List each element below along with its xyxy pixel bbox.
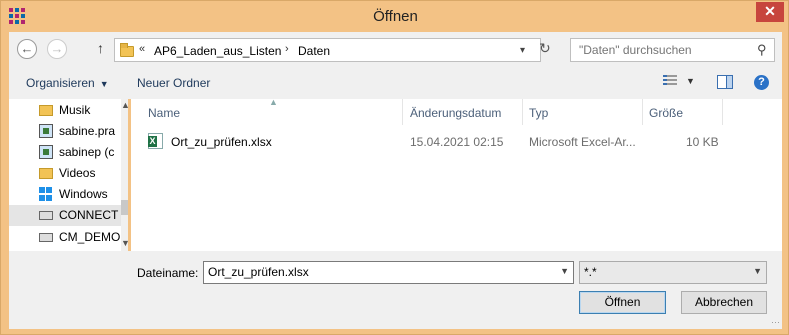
breadcrumb-overflow[interactable]: «	[139, 43, 145, 55]
network-drive-icon	[39, 211, 53, 220]
chevron-down-icon: ▼	[99, 79, 109, 89]
windows-drive-icon	[39, 187, 53, 201]
help-icon[interactable]: ?	[754, 75, 769, 90]
column-header-modified[interactable]: Änderungsdatum	[410, 99, 522, 125]
address-bar[interactable]: « AP6_Laden_aus_Listen › Daten ▾	[114, 38, 541, 62]
dialog-footer: Dateiname: ▼ *.* ▼ Öffnen Abbrechen ⋯	[9, 251, 782, 329]
address-row: ← → ↑ « AP6_Laden_aus_Listen › Daten ▾ ↻…	[9, 32, 782, 65]
preview-pane-icon[interactable]	[717, 75, 733, 89]
column-header-size[interactable]: Größe	[649, 99, 721, 125]
command-bar: Organisieren ▼ Neuer Ordner ▼ ?	[9, 65, 782, 99]
file-row[interactable]: Ort_zu_prüfen.xlsx 15.04.2021 02:15 Micr…	[131, 132, 782, 152]
sidebar-item-sabine-pra[interactable]: sabine.pra	[9, 121, 121, 142]
search-input[interactable]	[579, 43, 749, 57]
music-folder-icon	[39, 105, 53, 116]
filename-chevron-down-icon[interactable]: ▼	[560, 266, 569, 276]
organize-menu-button[interactable]: Organisieren ▼	[26, 76, 109, 90]
open-button[interactable]: Öffnen	[579, 291, 666, 314]
filename-combobox[interactable]: ▼	[203, 261, 574, 284]
excel-file-icon	[148, 133, 163, 149]
view-options-icon[interactable]	[663, 75, 677, 89]
chevron-up-icon[interactable]: ▲	[121, 100, 128, 110]
videos-folder-icon	[39, 168, 53, 179]
back-button[interactable]: ←	[17, 39, 37, 59]
file-type-filter[interactable]: *.* ▼	[579, 261, 767, 284]
open-file-dialog: Öffnen ✕ ← → ↑ « AP6_Laden_aus_Listen › …	[0, 0, 789, 335]
window-title: Öffnen	[373, 8, 418, 25]
search-box[interactable]: ⚲	[570, 38, 775, 62]
sidebar-item-cm-demo[interactable]: CM_DEMO	[9, 227, 121, 248]
new-folder-button[interactable]: Neuer Ordner	[137, 76, 210, 90]
sidebar-item-sabinep[interactable]: sabinep (c	[9, 142, 121, 163]
network-user-icon	[39, 145, 53, 159]
sidebar-item-label: sabinep (c	[59, 145, 115, 159]
sidebar-item-label: Windows	[59, 187, 108, 201]
filename-input[interactable]	[208, 265, 548, 279]
navigation-pane: Musik sabine.pra sabinep (c Videos Windo…	[9, 99, 128, 251]
address-history-chevron-down-icon[interactable]: ▾	[520, 45, 525, 56]
breadcrumb-ap6-laden-aus-listen[interactable]: AP6_Laden_aus_Listen	[154, 44, 281, 58]
column-divider[interactable]	[522, 99, 523, 125]
file-list: ▲ Name Änderungsdatum Typ Größe Ort_zu_p…	[131, 97, 782, 251]
file-modified: 15.04.2021 02:15	[410, 135, 504, 149]
file-type: Microsoft Excel-Ar...	[529, 135, 636, 149]
breadcrumb-separator[interactable]: ›	[285, 43, 289, 55]
filter-chevron-down-icon[interactable]: ▼	[753, 266, 762, 276]
up-folder-button[interactable]: ↑	[97, 40, 104, 56]
refresh-button[interactable]: ↻	[539, 40, 551, 57]
title-bar[interactable]: Öffnen ✕	[1, 1, 789, 31]
column-divider[interactable]	[722, 99, 723, 125]
folder-icon	[120, 43, 134, 57]
search-icon[interactable]: ⚲	[757, 42, 767, 58]
filename-label: Dateiname:	[137, 266, 199, 280]
cancel-button[interactable]: Abbrechen	[681, 291, 767, 314]
sidebar-item-connect[interactable]: CONNECT	[9, 205, 121, 226]
sidebar-item-videos[interactable]: Videos	[9, 163, 121, 184]
organize-label: Organisieren	[26, 76, 95, 90]
sidebar-item-label: CM_DEMO	[59, 230, 121, 244]
sidebar-item-label: CONNECT	[59, 208, 119, 222]
column-header-name[interactable]: Name	[148, 99, 402, 125]
drive-icon	[39, 233, 53, 242]
sidebar-item-label: sabine.pra	[59, 124, 116, 138]
file-type-filter-value: *.*	[584, 265, 597, 279]
sidebar-item-windows[interactable]: Windows	[9, 184, 121, 205]
sidebar-scrollbar[interactable]: ▲ ▼	[121, 99, 128, 251]
resize-grip[interactable]: ⋯	[771, 317, 780, 328]
network-user-icon	[39, 124, 53, 138]
scrollbar-thumb[interactable]	[121, 200, 128, 215]
breadcrumb-daten[interactable]: Daten	[298, 44, 330, 58]
file-size: 10 KB	[686, 135, 719, 149]
view-chevron-down-icon[interactable]: ▼	[686, 76, 695, 86]
column-header-type[interactable]: Typ	[529, 99, 641, 125]
sidebar-item-musik[interactable]: Musik	[9, 100, 121, 121]
column-divider[interactable]	[642, 99, 643, 125]
column-divider[interactable]	[402, 99, 403, 125]
close-button[interactable]: ✕	[756, 2, 784, 22]
chevron-down-icon[interactable]: ▼	[121, 238, 128, 248]
file-name: Ort_zu_prüfen.xlsx	[171, 135, 272, 149]
sidebar-item-label: Videos	[59, 166, 96, 180]
forward-button[interactable]: →	[47, 39, 67, 59]
sidebar-item-label: Musik	[59, 103, 91, 117]
